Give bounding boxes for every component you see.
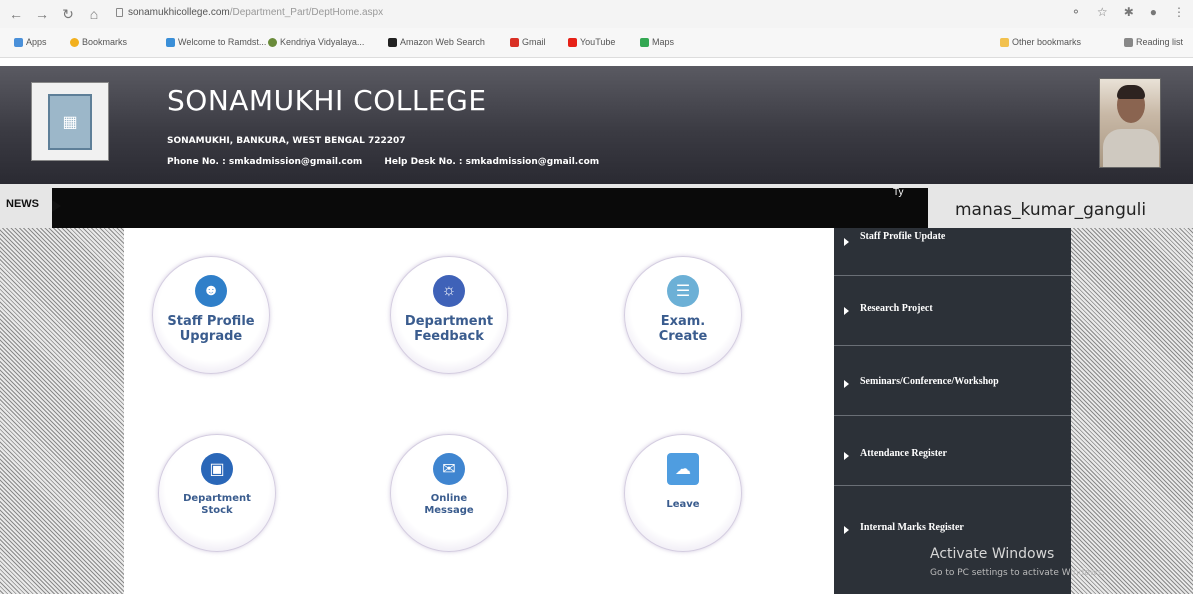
bookmark-amazon[interactable]: Amazon Web Search: [388, 37, 485, 47]
sidebar-item-staff-profile-update[interactable]: Staff Profile Update: [834, 228, 1071, 276]
tile-label: Exam. Create: [658, 314, 708, 344]
arrow-right-icon: [844, 526, 849, 534]
maps-icon: [640, 37, 649, 47]
left-pattern: [0, 228, 124, 594]
news-ticker-text: Ty: [893, 187, 904, 198]
tile-department-stock[interactable]: ▣ Department Stock: [158, 434, 276, 552]
sidebar-item-seminars[interactable]: Seminars/Conference/Workshop: [834, 346, 1071, 416]
bookmark-welcome[interactable]: Welcome to Ramdst...: [166, 37, 266, 47]
apps-grid-icon: [14, 37, 23, 47]
news-arrow-icon: [52, 200, 61, 212]
crest-icon: ▦: [48, 93, 92, 150]
bookmark-gmail[interactable]: Gmail: [510, 37, 546, 47]
envelope-icon: ✉: [433, 453, 465, 485]
calendar-icon: ☁: [667, 453, 699, 485]
address-bar[interactable]: sonamukhicollege.com/Department_Part/Dep…: [128, 7, 383, 18]
reading-list[interactable]: Reading list: [1124, 37, 1183, 47]
url-path: /Department_Part/DeptHome.aspx: [229, 7, 384, 18]
menu-dots-icon[interactable]: ⋮: [1173, 5, 1185, 19]
phone-info: Phone No. : smkadmission@gmail.com: [167, 157, 363, 167]
gmail-icon: [510, 37, 519, 47]
contact-info: Phone No. : smkadmission@gmail.com Help D…: [167, 157, 621, 167]
tile-label: Online Message: [424, 493, 474, 516]
bookmark-maps[interactable]: Maps: [640, 37, 674, 47]
tile-label: Department Stock: [183, 493, 251, 516]
tile-label: Department Feedback: [404, 314, 494, 344]
bookmark-apps[interactable]: Apps: [14, 37, 47, 47]
bookmark-kendriya[interactable]: Kendriya Vidyalaya...: [268, 37, 364, 47]
browser-toolbar: ← → ↻ ⌂ sonamukhicollege.com/Department_…: [0, 0, 1193, 28]
sidebar-item-attendance-register[interactable]: Attendance Register: [834, 416, 1071, 486]
url-domain: sonamukhicollege.com: [128, 7, 230, 18]
college-title: SONAMUKHI COLLEGE: [167, 84, 487, 117]
news-label: NEWS: [6, 198, 39, 210]
helpdesk-info: Help Desk No. : smkadmission@gmail.com: [384, 157, 600, 167]
lock-icon: [116, 8, 123, 17]
news-ticker-area: [52, 188, 928, 228]
activation-watermark-title: Activate Windows: [930, 546, 1055, 562]
tile-online-message[interactable]: ✉ Online Message: [390, 434, 508, 552]
user-photo: [1099, 78, 1161, 168]
extensions-icon[interactable]: ✱: [1124, 5, 1134, 19]
star-icon: [70, 37, 79, 47]
sidebar-menu: Staff Profile Update Research Project Se…: [834, 228, 1071, 594]
bookmarks-bar: Apps Bookmarks Welcome to Ramdst... Kend…: [0, 28, 1193, 58]
star-icon[interactable]: ☆: [1097, 5, 1108, 19]
bookmark-bookmarks[interactable]: Bookmarks: [70, 37, 127, 47]
person-icon: ☻: [195, 275, 227, 307]
home-icon[interactable]: ⌂: [84, 4, 104, 24]
amazon-icon: [388, 37, 397, 47]
tile-department-feedback[interactable]: ☼ Department Feedback: [390, 256, 508, 374]
youtube-icon: [568, 37, 577, 47]
arrow-right-icon: [844, 380, 849, 388]
profile-avatar-icon[interactable]: ●: [1150, 5, 1157, 19]
site-favicon-icon: [268, 37, 277, 47]
tile-label: Leave: [666, 499, 700, 510]
tile-exam-create[interactable]: ☰ Exam. Create: [624, 256, 742, 374]
key-icon[interactable]: ⚬: [1071, 5, 1081, 19]
site-favicon-icon: [166, 37, 175, 47]
sidebar-item-research-project[interactable]: Research Project: [834, 276, 1071, 346]
right-pattern: [1071, 228, 1193, 594]
bookmark-other[interactable]: Other bookmarks: [1000, 37, 1081, 47]
arrow-right-icon: [844, 238, 849, 246]
activation-watermark-text: Go to PC settings to activate Windows.: [930, 568, 1105, 578]
username: manas_kumar_ganguli: [955, 200, 1147, 220]
box-icon: ▣: [201, 453, 233, 485]
tile-label: Staff Profile Upgrade: [167, 314, 255, 344]
people-icon: ☼: [433, 275, 465, 307]
reload-icon[interactable]: ↻: [58, 4, 78, 24]
arrow-right-icon: [844, 307, 849, 315]
college-logo: ▦: [31, 82, 109, 161]
tile-leave[interactable]: ☁ Leave: [624, 434, 742, 552]
site-header: ▦ SONAMUKHI COLLEGE SONAMUKHI, BANKURA, …: [0, 66, 1193, 184]
arrow-right-icon: [844, 452, 849, 460]
folder-icon: [1000, 37, 1009, 47]
document-icon: ☰: [667, 275, 699, 307]
forward-icon[interactable]: →: [32, 4, 52, 24]
reading-list-icon: [1124, 37, 1133, 47]
tile-staff-profile-upgrade[interactable]: ☻ Staff Profile Upgrade: [152, 256, 270, 374]
back-icon[interactable]: ←: [6, 4, 26, 24]
college-address: SONAMUKHI, BANKURA, WEST BENGAL 722207: [167, 136, 406, 146]
main-content: ☻ Staff Profile Upgrade ☼ Department Feedb…: [124, 228, 834, 594]
bookmark-youtube[interactable]: YouTube: [568, 37, 615, 47]
